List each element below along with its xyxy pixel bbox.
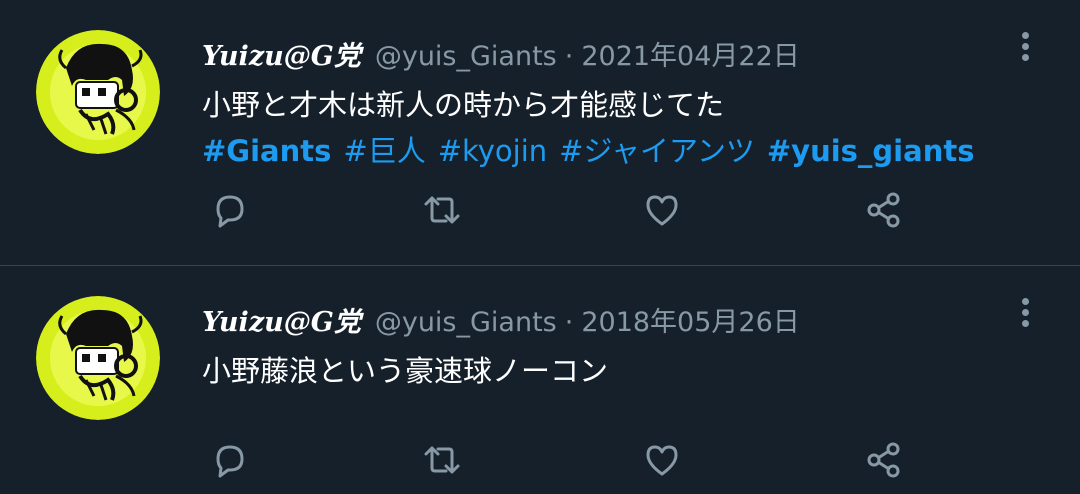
retweet-button[interactable] [416,184,468,236]
action-bar [202,184,922,244]
like-button[interactable] [636,434,688,486]
share-icon [867,442,900,478]
comment-icon [216,195,244,228]
separator: · [564,41,574,72]
hashtag-list: #Giants #巨人 #kyojin #ジャイアンツ #yuis_giants [202,128,974,174]
hashtag-link[interactable]: #Giants [202,128,331,174]
retweet-button[interactable] [416,434,468,486]
avatar[interactable] [36,296,160,420]
tweet-body: 小野と才木は新人の時から才能感じてた #Giants #巨人 #kyojin #… [202,82,974,174]
retweet-icon [424,196,460,224]
action-bar [202,434,922,494]
heart-icon [646,445,678,476]
tweet-text: 小野藤浪という豪速球ノーコン [202,354,609,388]
tweet-date[interactable]: 2021年04月22日 [581,34,799,73]
retweet-icon [424,446,460,474]
tweet-header: Yuizu@G党 @yuis_Giants · 2021年04月22日 [202,34,800,74]
reply-button[interactable] [204,434,256,486]
like-button[interactable] [636,184,688,236]
tweet-text: 小野と才木は新人の時から才能感じてた [202,88,725,122]
avatar[interactable] [36,30,160,154]
hashtag-link[interactable]: #yuis_giants [767,128,975,174]
tweet[interactable]: Yuizu@G党 @yuis_Giants · 2021年04月22日 小野と才… [0,0,1080,266]
tweet-body: 小野藤浪という豪速球ノーコン [202,348,608,394]
tweet-date[interactable]: 2018年05月26日 [581,300,799,339]
hashtag-link[interactable]: #kyojin [438,128,547,174]
share-icon [867,192,900,228]
tweet-header: Yuizu@G党 @yuis_Giants · 2018年05月26日 [202,300,800,340]
display-name[interactable]: Yuizu@G党 [202,34,361,73]
more-vertical-icon[interactable] [1014,294,1036,334]
tweet[interactable]: Yuizu@G党 @yuis_Giants · 2018年05月26日 小野藤浪… [0,266,1080,488]
heart-icon [646,195,678,226]
share-button[interactable] [858,184,910,236]
hashtag-link[interactable]: #ジャイアンツ [559,128,755,174]
display-name[interactable]: Yuizu@G党 [202,300,361,339]
share-button[interactable] [858,434,910,486]
user-handle[interactable]: @yuis_Giants [375,307,557,338]
comment-icon [216,445,244,478]
user-handle[interactable]: @yuis_Giants [375,41,557,72]
more-vertical-icon[interactable] [1014,28,1036,68]
hashtag-link[interactable]: #巨人 [343,128,425,174]
reply-button[interactable] [204,184,256,236]
separator: · [564,307,574,338]
